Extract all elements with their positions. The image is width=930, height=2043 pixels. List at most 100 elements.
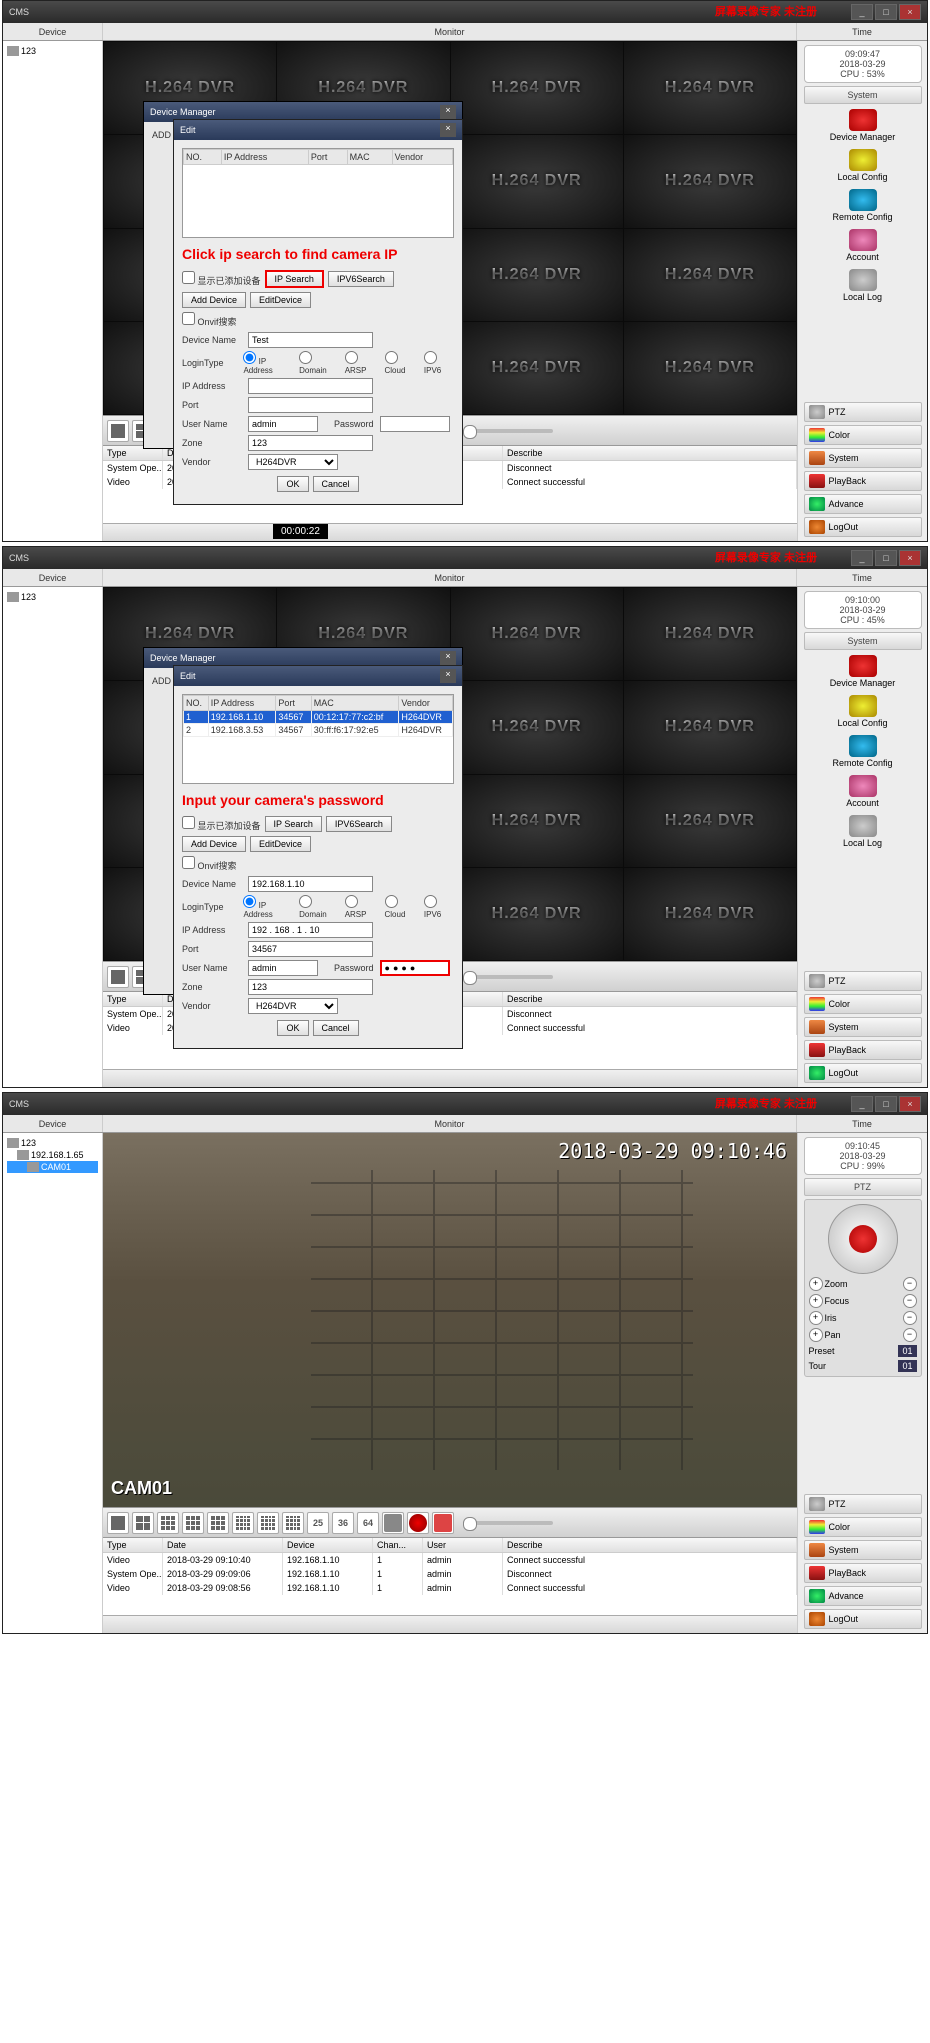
side-local-log[interactable]: Local Log	[804, 813, 922, 850]
logintype-ip address[interactable]: IP Address	[243, 895, 293, 919]
fullscreen-button[interactable]	[382, 1512, 404, 1534]
grid-36-button[interactable]: 36	[332, 1512, 354, 1534]
add-device-button[interactable]: Add Device	[182, 836, 246, 852]
volume-slider[interactable]	[463, 429, 553, 433]
side-playback-button[interactable]: PlayBack	[804, 471, 922, 491]
stop-record-button[interactable]	[432, 1512, 454, 1534]
ip-search-button[interactable]: IP Search	[265, 816, 322, 832]
side-account[interactable]: Account	[804, 773, 922, 810]
close-button[interactable]: ×	[899, 4, 921, 20]
logintype-ipv6[interactable]: IPV6	[424, 895, 454, 919]
edit-device-button[interactable]: EditDevice	[250, 292, 311, 308]
grid-layout-button[interactable]	[132, 1512, 154, 1534]
ip-address-input[interactable]	[248, 378, 373, 394]
ipv6-search-button[interactable]: IPV6Search	[328, 271, 394, 287]
log-row[interactable]: Video2018-03-29 09:08:56192.168.1.101adm…	[103, 1581, 797, 1595]
tree-item[interactable]: 192.168.1.65	[7, 1149, 98, 1161]
tree-item[interactable]: 123	[7, 1137, 98, 1149]
side-ptz-button[interactable]: PTZ	[804, 402, 922, 422]
ipv6-search-button[interactable]: IPV6Search	[326, 816, 392, 832]
log-header[interactable]: Describe	[503, 1538, 797, 1552]
logintype-domain[interactable]: Domain	[299, 351, 339, 375]
table-header[interactable]: Vendor	[392, 150, 452, 165]
side-color-button[interactable]: Color	[804, 994, 922, 1014]
ptz-direction-wheel[interactable]	[828, 1204, 898, 1274]
side-local-config[interactable]: Local Config	[804, 693, 922, 730]
log-header[interactable]: Date	[163, 1538, 283, 1552]
side-playback-button[interactable]: PlayBack	[804, 1040, 922, 1060]
grid-layout-button[interactable]	[182, 1512, 204, 1534]
cancel-button[interactable]: Cancel	[313, 476, 359, 492]
device-table[interactable]: NO.IP AddressPortMACVendor1192.168.1.103…	[182, 694, 454, 784]
video-cell[interactable]: H.264 DVR	[624, 42, 796, 134]
log-header[interactable]: Device	[283, 1538, 373, 1552]
log-header[interactable]: Chan...	[373, 1538, 423, 1552]
maximize-button[interactable]: □	[875, 4, 897, 20]
grid-layout-button[interactable]	[282, 1512, 304, 1534]
side-logout-button[interactable]: LogOut	[804, 517, 922, 537]
video-cell[interactable]: H.264 DVR	[451, 229, 623, 321]
log-row[interactable]: System Ope...2018-03-29 09:09:06192.168.…	[103, 1567, 797, 1581]
side-logout-button[interactable]: LogOut	[804, 1063, 922, 1083]
tree-item[interactable]: CAM01	[7, 1161, 98, 1173]
log-header[interactable]: User	[423, 1538, 503, 1552]
video-cell[interactable]: H.264 DVR	[624, 322, 796, 414]
table-header[interactable]: IP Address	[221, 150, 308, 165]
side-system-button[interactable]: System	[804, 1540, 922, 1560]
menu-device[interactable]: Device	[3, 23, 103, 40]
logintype-cloud[interactable]: Cloud	[385, 895, 418, 919]
video-cell[interactable]: H.264 DVR	[451, 135, 623, 227]
logintype-arsp[interactable]: ARSP	[345, 895, 379, 919]
minimize-button[interactable]: _	[851, 4, 873, 20]
ptz-focus-plus[interactable]: +	[809, 1294, 823, 1308]
menu-device[interactable]: Device	[3, 1115, 103, 1132]
tree-item[interactable]: 123	[7, 45, 98, 57]
log-row[interactable]: Video2018-03-29 09:10:40192.168.1.101adm…	[103, 1553, 797, 1567]
menu-monitor[interactable]: Monitor	[103, 23, 797, 40]
side-color-button[interactable]: Color	[804, 425, 922, 445]
minimize-button[interactable]: _	[851, 550, 873, 566]
video-cell[interactable]: H.264 DVR	[624, 229, 796, 321]
dialog-close-button[interactable]: ×	[440, 651, 456, 665]
vendor-select[interactable]: H264DVR	[248, 454, 338, 470]
minimize-button[interactable]: _	[851, 1096, 873, 1112]
video-cell[interactable]: H.264 DVR	[451, 322, 623, 414]
side-system-button[interactable]: System	[804, 1017, 922, 1037]
grid-layout-button[interactable]	[257, 1512, 279, 1534]
side-color-button[interactable]: Color	[804, 1517, 922, 1537]
tour-value[interactable]: 01	[898, 1360, 916, 1372]
logintype-ipv6[interactable]: IPV6	[424, 351, 454, 375]
video-cell[interactable]: H.264 DVR	[451, 775, 623, 867]
username-input[interactable]	[248, 416, 318, 432]
side-device-manager[interactable]: Device Manager	[804, 653, 922, 690]
side-ptz-button[interactable]: PTZ	[804, 1494, 922, 1514]
table-header[interactable]: MAC	[347, 150, 392, 165]
onvif-checkbox[interactable]: Onvif搜索	[182, 856, 237, 872]
edit-titlebar[interactable]: Edit×	[174, 120, 462, 140]
side-device-manager[interactable]: Device Manager	[804, 107, 922, 144]
video-cell[interactable]: H.264 DVR	[624, 775, 796, 867]
menu-time[interactable]: Time	[797, 569, 927, 586]
log-header[interactable]: Describe	[503, 992, 797, 1006]
side-remote-config[interactable]: Remote Config	[804, 733, 922, 770]
menu-device[interactable]: Device	[3, 569, 103, 586]
menu-time[interactable]: Time	[797, 1115, 927, 1132]
menu-time[interactable]: Time	[797, 23, 927, 40]
side-local-log[interactable]: Local Log	[804, 267, 922, 304]
preset-value[interactable]: 01	[898, 1345, 916, 1357]
live-video-feed[interactable]: 2018-03-29 09:10:46CAM01	[103, 1133, 797, 1507]
grid-64-button[interactable]: 64	[357, 1512, 379, 1534]
side-account[interactable]: Account	[804, 227, 922, 264]
table-header[interactable]: NO.	[184, 150, 222, 165]
grid-layout-button[interactable]	[232, 1512, 254, 1534]
record-button[interactable]	[407, 1512, 429, 1534]
ptz-iris-minus[interactable]: −	[903, 1311, 917, 1325]
video-cell[interactable]: H.264 DVR	[624, 681, 796, 773]
table-header[interactable]: NO.	[184, 696, 209, 711]
ptz-pan-plus[interactable]: +	[809, 1328, 823, 1342]
grid-layout-button[interactable]	[107, 420, 129, 442]
username-input[interactable]	[248, 960, 318, 976]
video-cell[interactable]: H.264 DVR	[451, 588, 623, 680]
logintype-cloud[interactable]: Cloud	[385, 351, 418, 375]
video-cell[interactable]: H.264 DVR	[624, 135, 796, 227]
